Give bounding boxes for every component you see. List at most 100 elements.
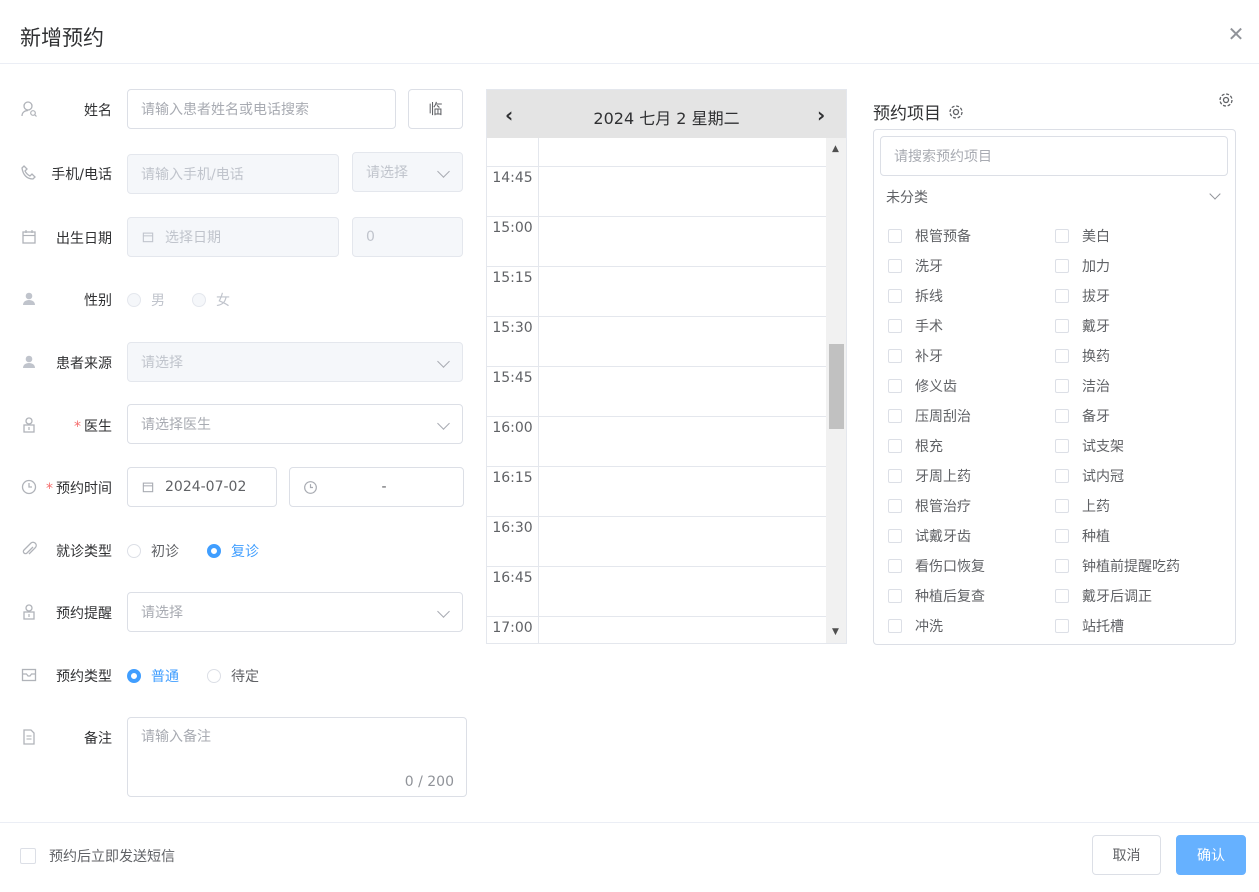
chevron-right-icon[interactable]: › xyxy=(817,103,825,127)
item-checkbox[interactable]: 备牙 xyxy=(1055,406,1110,426)
appt-date-input[interactable]: 2024-07-02 xyxy=(127,467,277,507)
remark-placeholder: 请输入备注 xyxy=(141,729,211,745)
checkbox-box xyxy=(888,259,902,273)
item-checkbox-label: 试内冠 xyxy=(1082,469,1124,485)
items-search-input[interactable]: 请搜索预约项目 xyxy=(880,136,1228,176)
header-divider xyxy=(0,63,1259,64)
slot-divider xyxy=(487,266,826,267)
phone-placeholder: 请输入手机/电话 xyxy=(141,167,244,183)
birth-date-input[interactable]: 选择日期 xyxy=(127,217,339,257)
visit-first-radio[interactable]: 初诊 xyxy=(127,541,179,561)
reminder-label: 预约提醒 xyxy=(56,606,112,622)
phone-input[interactable]: 请输入手机/电话 xyxy=(127,154,339,194)
appt-type-pending-radio[interactable]: 待定 xyxy=(207,666,259,686)
item-checkbox[interactable]: 根管治疗 xyxy=(888,496,971,516)
cancel-button[interactable]: 取消 xyxy=(1092,835,1161,875)
item-checkbox[interactable]: 戴牙 xyxy=(1055,316,1110,336)
reminder-select[interactable]: 请选择 xyxy=(127,592,463,632)
item-checkbox[interactable]: 站托槽 xyxy=(1055,616,1124,636)
dialog-title: 新增预约 xyxy=(20,26,104,50)
item-checkbox[interactable]: 加力 xyxy=(1055,256,1110,276)
checkbox-box xyxy=(1055,499,1069,513)
calendar-scrollbar[interactable]: ▲ ▼ xyxy=(826,138,846,643)
item-checkbox[interactable]: 种植后复查 xyxy=(888,586,985,606)
checkbox-box xyxy=(1055,559,1069,573)
item-checkbox-label: 根充 xyxy=(915,439,943,455)
item-checkbox-label: 修义齿 xyxy=(915,379,957,395)
item-checkbox[interactable]: 试内冠 xyxy=(1055,466,1124,486)
item-checkbox[interactable]: 戴牙后调正 xyxy=(1055,586,1152,606)
send-sms-checkbox[interactable]: 预约后立即发送短信 xyxy=(20,846,175,866)
item-checkbox[interactable]: 拔牙 xyxy=(1055,286,1110,306)
checkbox-box xyxy=(1055,319,1069,333)
item-checkbox[interactable]: 修义齿 xyxy=(888,376,957,396)
send-sms-label: 预约后立即发送短信 xyxy=(49,849,175,865)
checkbox-box xyxy=(888,289,902,303)
item-checkbox[interactable]: 试戴牙齿 xyxy=(888,526,971,546)
checkbox-box xyxy=(888,619,902,633)
remark-textarea[interactable]: 请输入备注 0 / 200 xyxy=(127,717,467,797)
visit-return-radio[interactable]: 复诊 xyxy=(207,541,259,561)
item-checkbox-label: 上药 xyxy=(1082,499,1110,515)
appt-type-normal-radio[interactable]: 普通 xyxy=(127,666,179,686)
item-checkbox-label: 手术 xyxy=(915,319,943,335)
item-checkbox[interactable]: 换药 xyxy=(1055,346,1110,366)
item-checkbox[interactable]: 钟植前提醒吃药 xyxy=(1055,556,1180,576)
scroll-up-icon[interactable]: ▲ xyxy=(832,144,839,154)
chevron-down-icon xyxy=(437,417,450,430)
confirm-button[interactable]: 确认 xyxy=(1176,835,1246,875)
chevron-down-icon[interactable] xyxy=(1209,188,1221,200)
visit-first-label: 初诊 xyxy=(151,544,179,560)
gender-female-radio[interactable]: 女 xyxy=(192,290,230,310)
appt-time-range-input[interactable]: - xyxy=(289,467,464,507)
checkbox-box xyxy=(1055,619,1069,633)
item-checkbox-label: 试支架 xyxy=(1082,439,1124,455)
radio-circle xyxy=(127,544,141,558)
clock-icon xyxy=(21,479,37,495)
slot-divider xyxy=(487,516,826,517)
gear-icon[interactable] xyxy=(947,103,965,121)
time-slot-label: 16:45 xyxy=(492,570,533,586)
slot-divider xyxy=(487,216,826,217)
checkbox-box xyxy=(1055,349,1069,363)
item-checkbox[interactable]: 牙周上药 xyxy=(888,466,971,486)
gender-male-label: 男 xyxy=(151,293,165,309)
item-checkbox[interactable]: 洁治 xyxy=(1055,376,1110,396)
item-checkbox[interactable]: 看伤口恢复 xyxy=(888,556,985,576)
item-checkbox[interactable]: 种植 xyxy=(1055,526,1110,546)
temporary-patient-button[interactable]: 临 xyxy=(408,89,463,129)
phone-type-select[interactable]: 请选择 xyxy=(352,152,463,192)
reminder-placeholder: 请选择 xyxy=(141,605,183,621)
close-icon[interactable]: ✕ xyxy=(1226,24,1246,44)
item-checkbox[interactable]: 根充 xyxy=(888,436,943,456)
source-select[interactable]: 请选择 xyxy=(127,342,463,382)
calendar-body[interactable]: 14:45 15:00 15:15 15:30 15:45 16:00 16:15 16:30… xyxy=(487,138,846,643)
checkbox-box xyxy=(1055,439,1069,453)
gender-male-radio[interactable]: 男 xyxy=(127,290,165,310)
item-checkbox[interactable]: 冲洗 xyxy=(888,616,943,636)
doctor-select[interactable]: 请选择医生 xyxy=(127,404,463,444)
time-slot-label: 15:00 xyxy=(492,220,533,236)
item-checkbox[interactable]: 洗牙 xyxy=(888,256,943,276)
document-icon xyxy=(23,729,35,745)
item-checkbox[interactable]: 上药 xyxy=(1055,496,1110,516)
item-checkbox[interactable]: 拆线 xyxy=(888,286,943,306)
scroll-down-icon[interactable]: ▼ xyxy=(832,627,839,637)
item-checkbox[interactable]: 根管预备 xyxy=(888,226,971,246)
required-mark: * xyxy=(46,481,53,497)
scrollbar-thumb[interactable] xyxy=(829,344,844,429)
age-input[interactable]: 0 xyxy=(352,217,463,257)
item-checkbox-label: 加力 xyxy=(1082,259,1110,275)
radio-circle xyxy=(127,293,141,307)
item-checkbox[interactable]: 美白 xyxy=(1055,226,1110,246)
paperclip-icon xyxy=(22,541,37,555)
item-checkbox[interactable]: 补牙 xyxy=(888,346,943,366)
item-checkbox[interactable]: 试支架 xyxy=(1055,436,1124,456)
category-toggle[interactable]: 未分类 xyxy=(886,187,928,207)
item-checkbox[interactable]: 压周刮治 xyxy=(888,406,971,426)
name-search-input[interactable]: 请输入患者姓名或电话搜索 xyxy=(127,89,396,129)
name-search-placeholder: 请输入患者姓名或电话搜索 xyxy=(141,102,309,118)
settings-gear-icon[interactable] xyxy=(1217,91,1235,109)
item-checkbox-label: 拆线 xyxy=(915,289,943,305)
item-checkbox[interactable]: 手术 xyxy=(888,316,943,336)
